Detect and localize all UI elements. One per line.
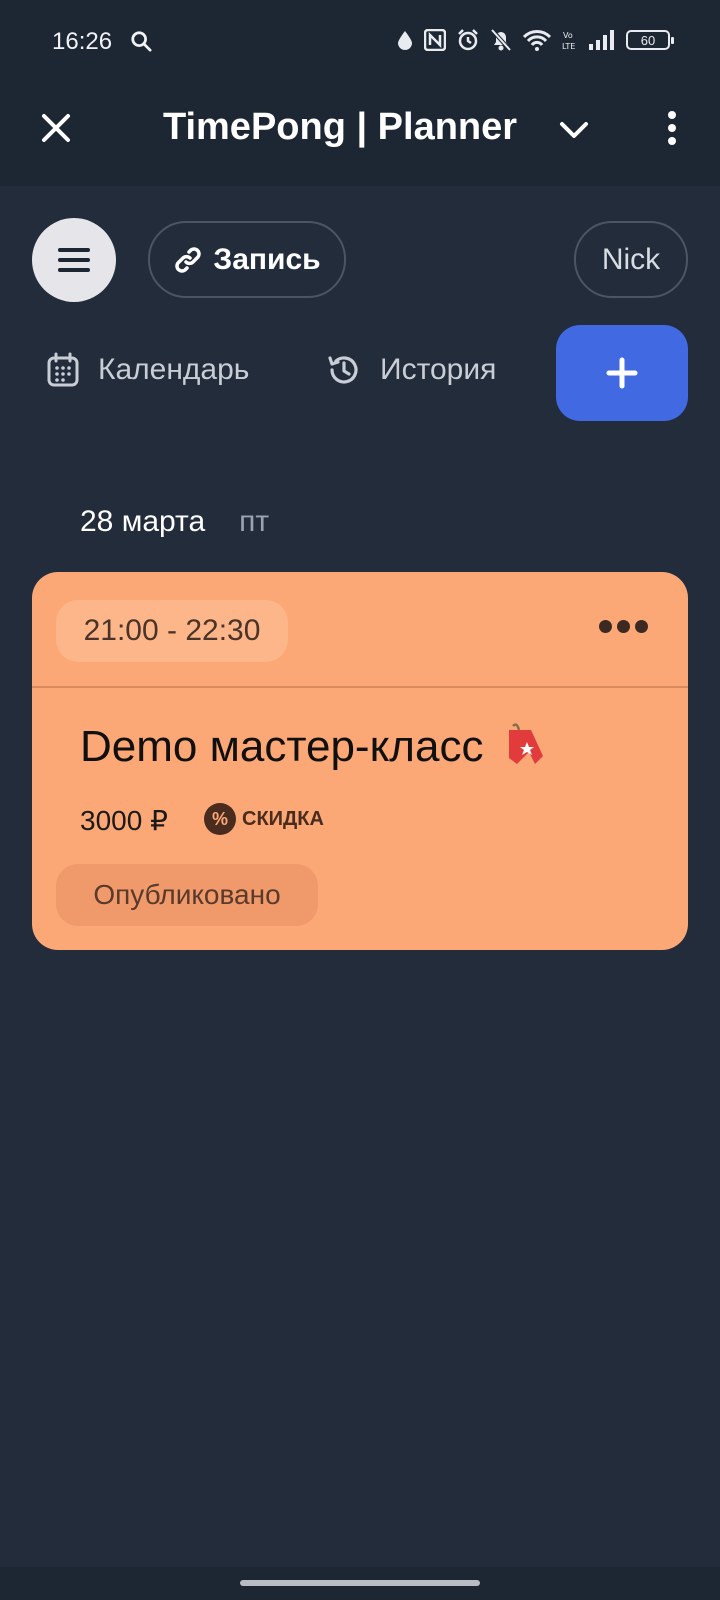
tab-history-label: История bbox=[380, 353, 497, 386]
search-icon bbox=[131, 31, 152, 52]
event-time: 21:00 - 22:30 bbox=[56, 600, 288, 662]
history-icon bbox=[328, 356, 358, 384]
volte-icon: Vo LTE bbox=[562, 31, 575, 51]
percent-icon: % bbox=[204, 803, 236, 835]
menu-button[interactable] bbox=[32, 218, 116, 302]
signal-icon bbox=[589, 30, 614, 50]
plus-icon bbox=[606, 357, 638, 389]
link-icon bbox=[175, 246, 202, 273]
more-dot bbox=[617, 620, 630, 633]
svg-text:Vo: Vo bbox=[563, 31, 573, 40]
drop-icon bbox=[398, 31, 412, 50]
status-icons: Vo LTE 60 bbox=[396, 28, 674, 52]
add-event-button[interactable] bbox=[556, 325, 688, 421]
svg-text:LTE: LTE bbox=[562, 42, 575, 51]
app-title: TimePong | Planner bbox=[162, 106, 518, 148]
event-title-text: Demo мастер-класс bbox=[80, 722, 484, 771]
record-link-button[interactable]: Запись bbox=[148, 221, 346, 298]
calendar-icon bbox=[47, 352, 79, 387]
chevron-down-icon[interactable] bbox=[554, 110, 594, 150]
notifications-off-icon bbox=[490, 28, 512, 52]
bookmark-tag-icon bbox=[509, 723, 544, 764]
discount-badge: % СКИДКА bbox=[204, 803, 324, 835]
menu-icon bbox=[58, 248, 90, 272]
app-bar: TimePong | Planner bbox=[0, 80, 720, 186]
tab-history[interactable]: История bbox=[326, 352, 496, 388]
more-vertical-icon[interactable] bbox=[652, 108, 692, 148]
discount-label: СКИДКА bbox=[242, 807, 324, 830]
day-date: 28 марта bbox=[80, 505, 206, 538]
day-header: 28 марта пт bbox=[80, 505, 269, 539]
nfc-icon bbox=[424, 29, 446, 51]
tab-calendar[interactable]: Календарь bbox=[46, 352, 249, 388]
battery-icon: 60 bbox=[626, 30, 674, 50]
more-dot bbox=[599, 620, 612, 633]
home-gesture-handle[interactable] bbox=[240, 1580, 480, 1586]
event-card[interactable]: 21:00 - 22:30 Demo мастер-класс 3000 ₽ %… bbox=[32, 572, 688, 950]
status-bar: 16:26 Vo LTE 60 bbox=[0, 0, 720, 80]
tab-calendar-label: Календарь bbox=[98, 353, 250, 386]
wifi-icon bbox=[522, 30, 552, 51]
system-nav-bar bbox=[0, 1567, 720, 1600]
event-status-badge: Опубликовано bbox=[56, 864, 318, 926]
event-price: 3000 ₽ bbox=[80, 805, 168, 836]
user-button[interactable]: Nick bbox=[574, 221, 688, 298]
record-label: Запись bbox=[213, 242, 321, 276]
event-title: Demo мастер-класс bbox=[80, 720, 553, 774]
card-divider bbox=[32, 686, 688, 688]
more-dot bbox=[635, 620, 648, 633]
day-weekday: пт bbox=[239, 505, 270, 538]
status-time: 16:26 bbox=[52, 28, 113, 55]
event-more-button[interactable] bbox=[599, 620, 648, 633]
alarm-icon bbox=[458, 29, 478, 51]
